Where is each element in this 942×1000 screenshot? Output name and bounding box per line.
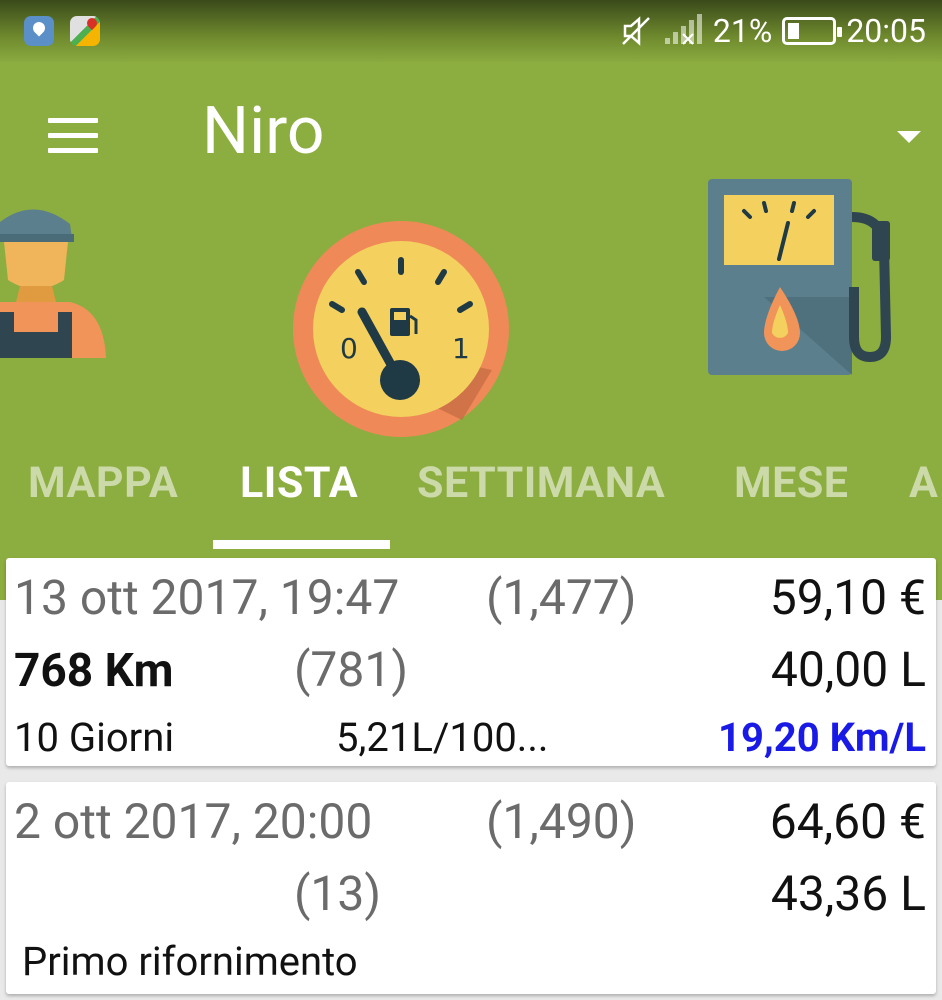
refuel-note: Primo rifornimento [22, 938, 358, 985]
app-header: Niro 0 1 MAPPA LISTA SETTIMANA MESE A [0, 62, 942, 600]
tab-bar: MAPPA LISTA SETTIMANA MESE A [0, 450, 942, 550]
battery-icon [782, 17, 843, 45]
tab-anno[interactable]: A [909, 458, 938, 508]
fuel-gauge-illustration: 0 1 [293, 221, 509, 437]
refuel-datetime: 2 ott 2017, 20:00 [14, 793, 373, 850]
svg-text:0: 0 [340, 332, 358, 365]
refuel-card[interactable]: 2 ott 2017, 20:00 (1,490) 64,60 € (13) 4… [6, 782, 936, 994]
active-tab-indicator [213, 540, 390, 549]
price-per-liter: (1,490) [486, 793, 637, 850]
menu-button[interactable] [48, 118, 100, 158]
vehicle-title: Niro [202, 93, 325, 170]
tab-mappa[interactable]: MAPPA [28, 458, 178, 508]
distance-delta: (13) [294, 865, 382, 922]
tab-settimana[interactable]: SETTIMANA [417, 458, 665, 508]
mechanic-illustration [0, 209, 106, 358]
svg-text:1: 1 [452, 332, 470, 365]
distance-delta: (781) [294, 641, 409, 698]
total-cost: 64,60 € [769, 793, 926, 850]
location-app-icon [24, 16, 54, 46]
total-cost: 59,10 € [769, 569, 926, 626]
tab-mese[interactable]: MESE [734, 458, 849, 508]
status-bar: 21% 20:05 [0, 0, 942, 62]
liters: 43,36 L [770, 865, 926, 922]
google-maps-icon [70, 16, 100, 46]
distance: 768 Km [14, 644, 174, 698]
mute-icon [619, 14, 653, 48]
efficiency: 19,20 Km/L [718, 714, 926, 761]
battery-percent: 21% [712, 12, 773, 50]
clock: 20:05 [846, 12, 926, 50]
consumption-per-100: 5,21L/100... [336, 714, 549, 761]
refuel-datetime: 13 ott 2017, 19:47 [14, 569, 400, 626]
price-per-liter: (1,477) [486, 569, 637, 626]
liters: 40,00 L [770, 641, 926, 698]
fuel-pump-illustration [708, 179, 892, 375]
vehicle-dropdown-icon[interactable] [895, 122, 925, 152]
tab-lista[interactable]: LISTA [240, 458, 358, 508]
refuel-card[interactable]: 13 ott 2017, 19:47 (1,477) 59,10 € 768 K… [6, 558, 936, 766]
days-since-last: 10 Giorni [14, 714, 175, 761]
signal-icon [663, 14, 703, 48]
